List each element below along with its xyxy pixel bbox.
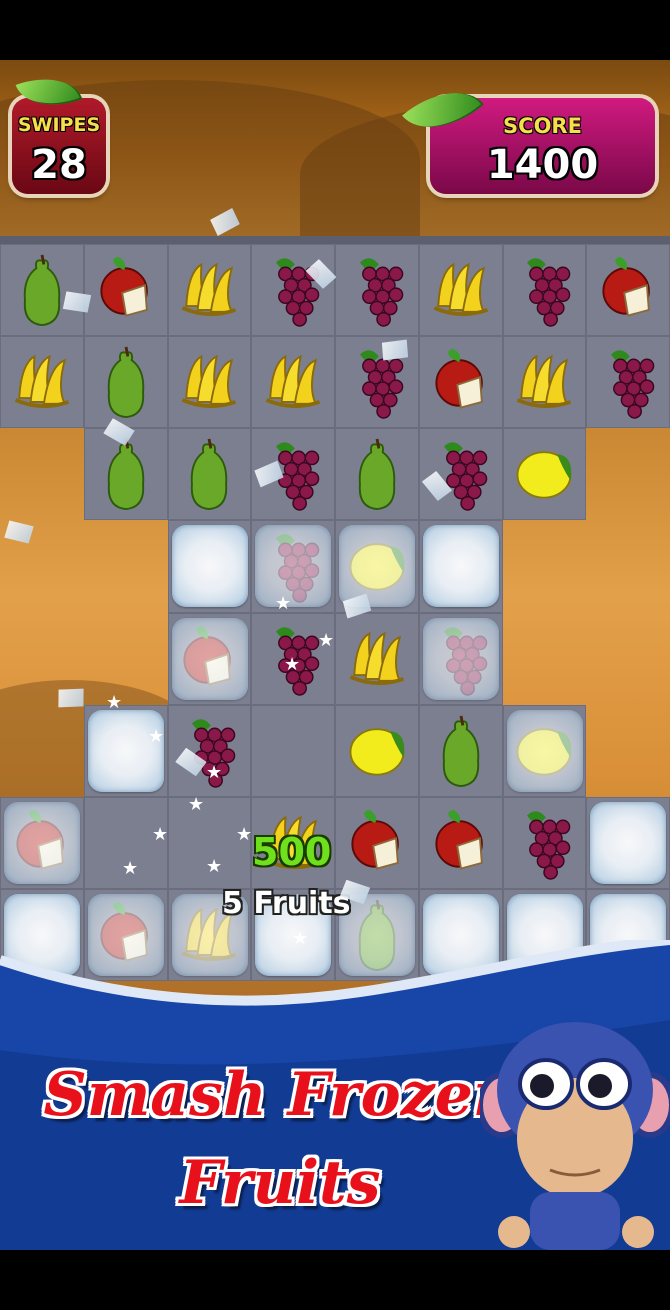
banana-icon[interactable]: [168, 244, 252, 336]
pear-icon[interactable]: [168, 428, 252, 520]
swipes-label: SWIPES: [17, 114, 101, 136]
grapes-icon[interactable]: [503, 797, 587, 889]
grapes-icon[interactable]: [419, 428, 503, 520]
swipes-value: 28: [31, 142, 87, 188]
ice-block[interactable]: [255, 525, 332, 608]
board-cell[interactable]: [251, 704, 335, 797]
game-board: ★ ★ ★ ★ ★ ★ ★ ★ ★ ★ ★ ★ ★: [0, 244, 670, 984]
sparkle-icon: ★: [318, 630, 335, 651]
sparkle-icon: ★: [236, 824, 253, 845]
ice-block[interactable]: [4, 801, 80, 884]
promo-line-1: Smash Frozen: [43, 1060, 517, 1130]
board-frame: [0, 236, 670, 244]
lemon-icon[interactable]: [335, 705, 419, 797]
sparkle-icon: ★: [206, 856, 223, 877]
banana-icon[interactable]: [419, 244, 503, 336]
leaf-icon: [15, 65, 83, 119]
sparkle-icon: ★: [148, 726, 165, 747]
score-counter: SCORE 1400: [402, 70, 655, 194]
banana-icon[interactable]: [335, 613, 419, 705]
banana-icon[interactable]: [168, 336, 252, 428]
sparkle-icon: ★: [152, 824, 169, 845]
score-value: 1400: [486, 142, 599, 188]
sparkle-icon: ★: [206, 762, 223, 783]
lemon-icon[interactable]: [503, 428, 587, 520]
combo-label: 5 Fruits: [222, 886, 351, 921]
ice-block[interactable]: [506, 709, 583, 792]
grapes-icon[interactable]: [586, 336, 670, 428]
grapes-icon[interactable]: [503, 244, 587, 336]
swipes-counter: SWIPES 28: [12, 65, 106, 194]
pear-icon[interactable]: [0, 244, 84, 336]
apple-icon[interactable]: [419, 797, 503, 889]
ice-block[interactable]: [171, 617, 248, 700]
banana-icon[interactable]: [251, 336, 335, 428]
apple-icon[interactable]: [586, 244, 670, 336]
pear-icon[interactable]: [419, 705, 503, 797]
ice-block[interactable]: [171, 525, 248, 608]
sparkle-icon: ★: [122, 858, 139, 879]
pear-icon[interactable]: [84, 336, 168, 428]
ice-block[interactable]: [87, 709, 164, 792]
ice-block[interactable]: [422, 617, 499, 700]
monkey-mascot: [480, 1022, 670, 1250]
promo-line-2: Fruits: [179, 1148, 381, 1218]
ice-block[interactable]: [339, 525, 415, 608]
ice-block[interactable]: [422, 525, 499, 608]
sparkle-icon: ★: [106, 692, 123, 713]
apple-icon[interactable]: [419, 336, 503, 428]
game-stage: SWIPES 28 SCORE 1400 ★ ★ ★ ★ ★ ★ ★ ★ ★ ★ ★ ★ ★ 500 5…: [0, 60, 670, 1250]
sparkle-icon: ★: [275, 593, 292, 614]
combo-points: 500: [252, 830, 332, 874]
sparkle-icon: ★: [188, 794, 205, 815]
grapes-icon[interactable]: [251, 244, 335, 336]
grapes-icon[interactable]: [335, 244, 419, 336]
apple-icon[interactable]: [335, 797, 419, 889]
score-label: SCORE: [503, 114, 582, 138]
pear-icon[interactable]: [335, 428, 419, 520]
apple-icon[interactable]: [84, 244, 168, 336]
banana-icon[interactable]: [503, 336, 587, 428]
banana-icon[interactable]: [0, 336, 84, 428]
ice-block[interactable]: [590, 801, 667, 884]
sparkle-icon: ★: [284, 654, 301, 675]
